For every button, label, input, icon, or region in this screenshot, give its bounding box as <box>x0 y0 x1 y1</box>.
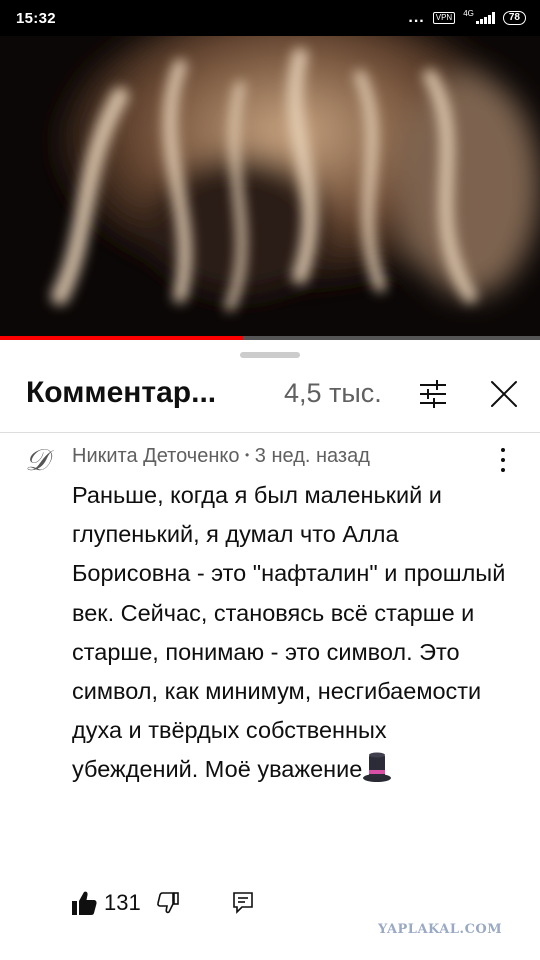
comment-time: 3 нед. назад <box>254 445 370 467</box>
comments-panel: Комментар... 4,5 тыс. 𝒟 Никита Деточенко… <box>0 340 540 960</box>
thumbs-down-icon[interactable] <box>156 891 180 915</box>
panel-title: Комментар... <box>26 376 217 409</box>
like-count: 131 <box>104 890 141 915</box>
status-time: 15:32 <box>16 9 56 27</box>
video-frame <box>0 36 540 340</box>
signal-icon <box>475 12 495 24</box>
drag-handle[interactable] <box>240 352 300 358</box>
thumbs-up-icon[interactable] <box>70 889 98 917</box>
reply-comment-icon[interactable] <box>232 891 254 915</box>
sort-filter-icon[interactable] <box>418 379 448 409</box>
header-divider <box>0 432 540 433</box>
comment-text: Раньше, когда я был маленький и глупеньк… <box>72 482 506 783</box>
video-player[interactable] <box>0 36 540 340</box>
comment-count: 4,5 тыс. <box>284 378 382 408</box>
network-type: 4G <box>463 8 474 18</box>
watermark: YAPLAKAL.COM <box>378 922 503 937</box>
top-hat-icon <box>363 752 392 783</box>
comment-author[interactable]: Никита Деточенко <box>72 445 239 467</box>
close-icon[interactable] <box>489 379 519 409</box>
comment-body: Раньше, когда я был маленький и глупеньк… <box>72 476 512 790</box>
status-bar: 15:32 ... VPN 4G 78 <box>0 0 540 36</box>
comment-meta: Никита Деточенко • 3 нед. назад <box>72 445 370 468</box>
battery-icon: 78 <box>502 11 526 25</box>
avatar[interactable]: 𝒟 <box>20 444 54 478</box>
vpn-badge: VPN <box>432 12 456 24</box>
meta-separator: • <box>245 448 250 462</box>
notification-dots: ... <box>408 9 425 26</box>
more-options-icon[interactable] <box>495 448 511 472</box>
status-icons: ... VPN 4G 78 <box>408 8 526 26</box>
